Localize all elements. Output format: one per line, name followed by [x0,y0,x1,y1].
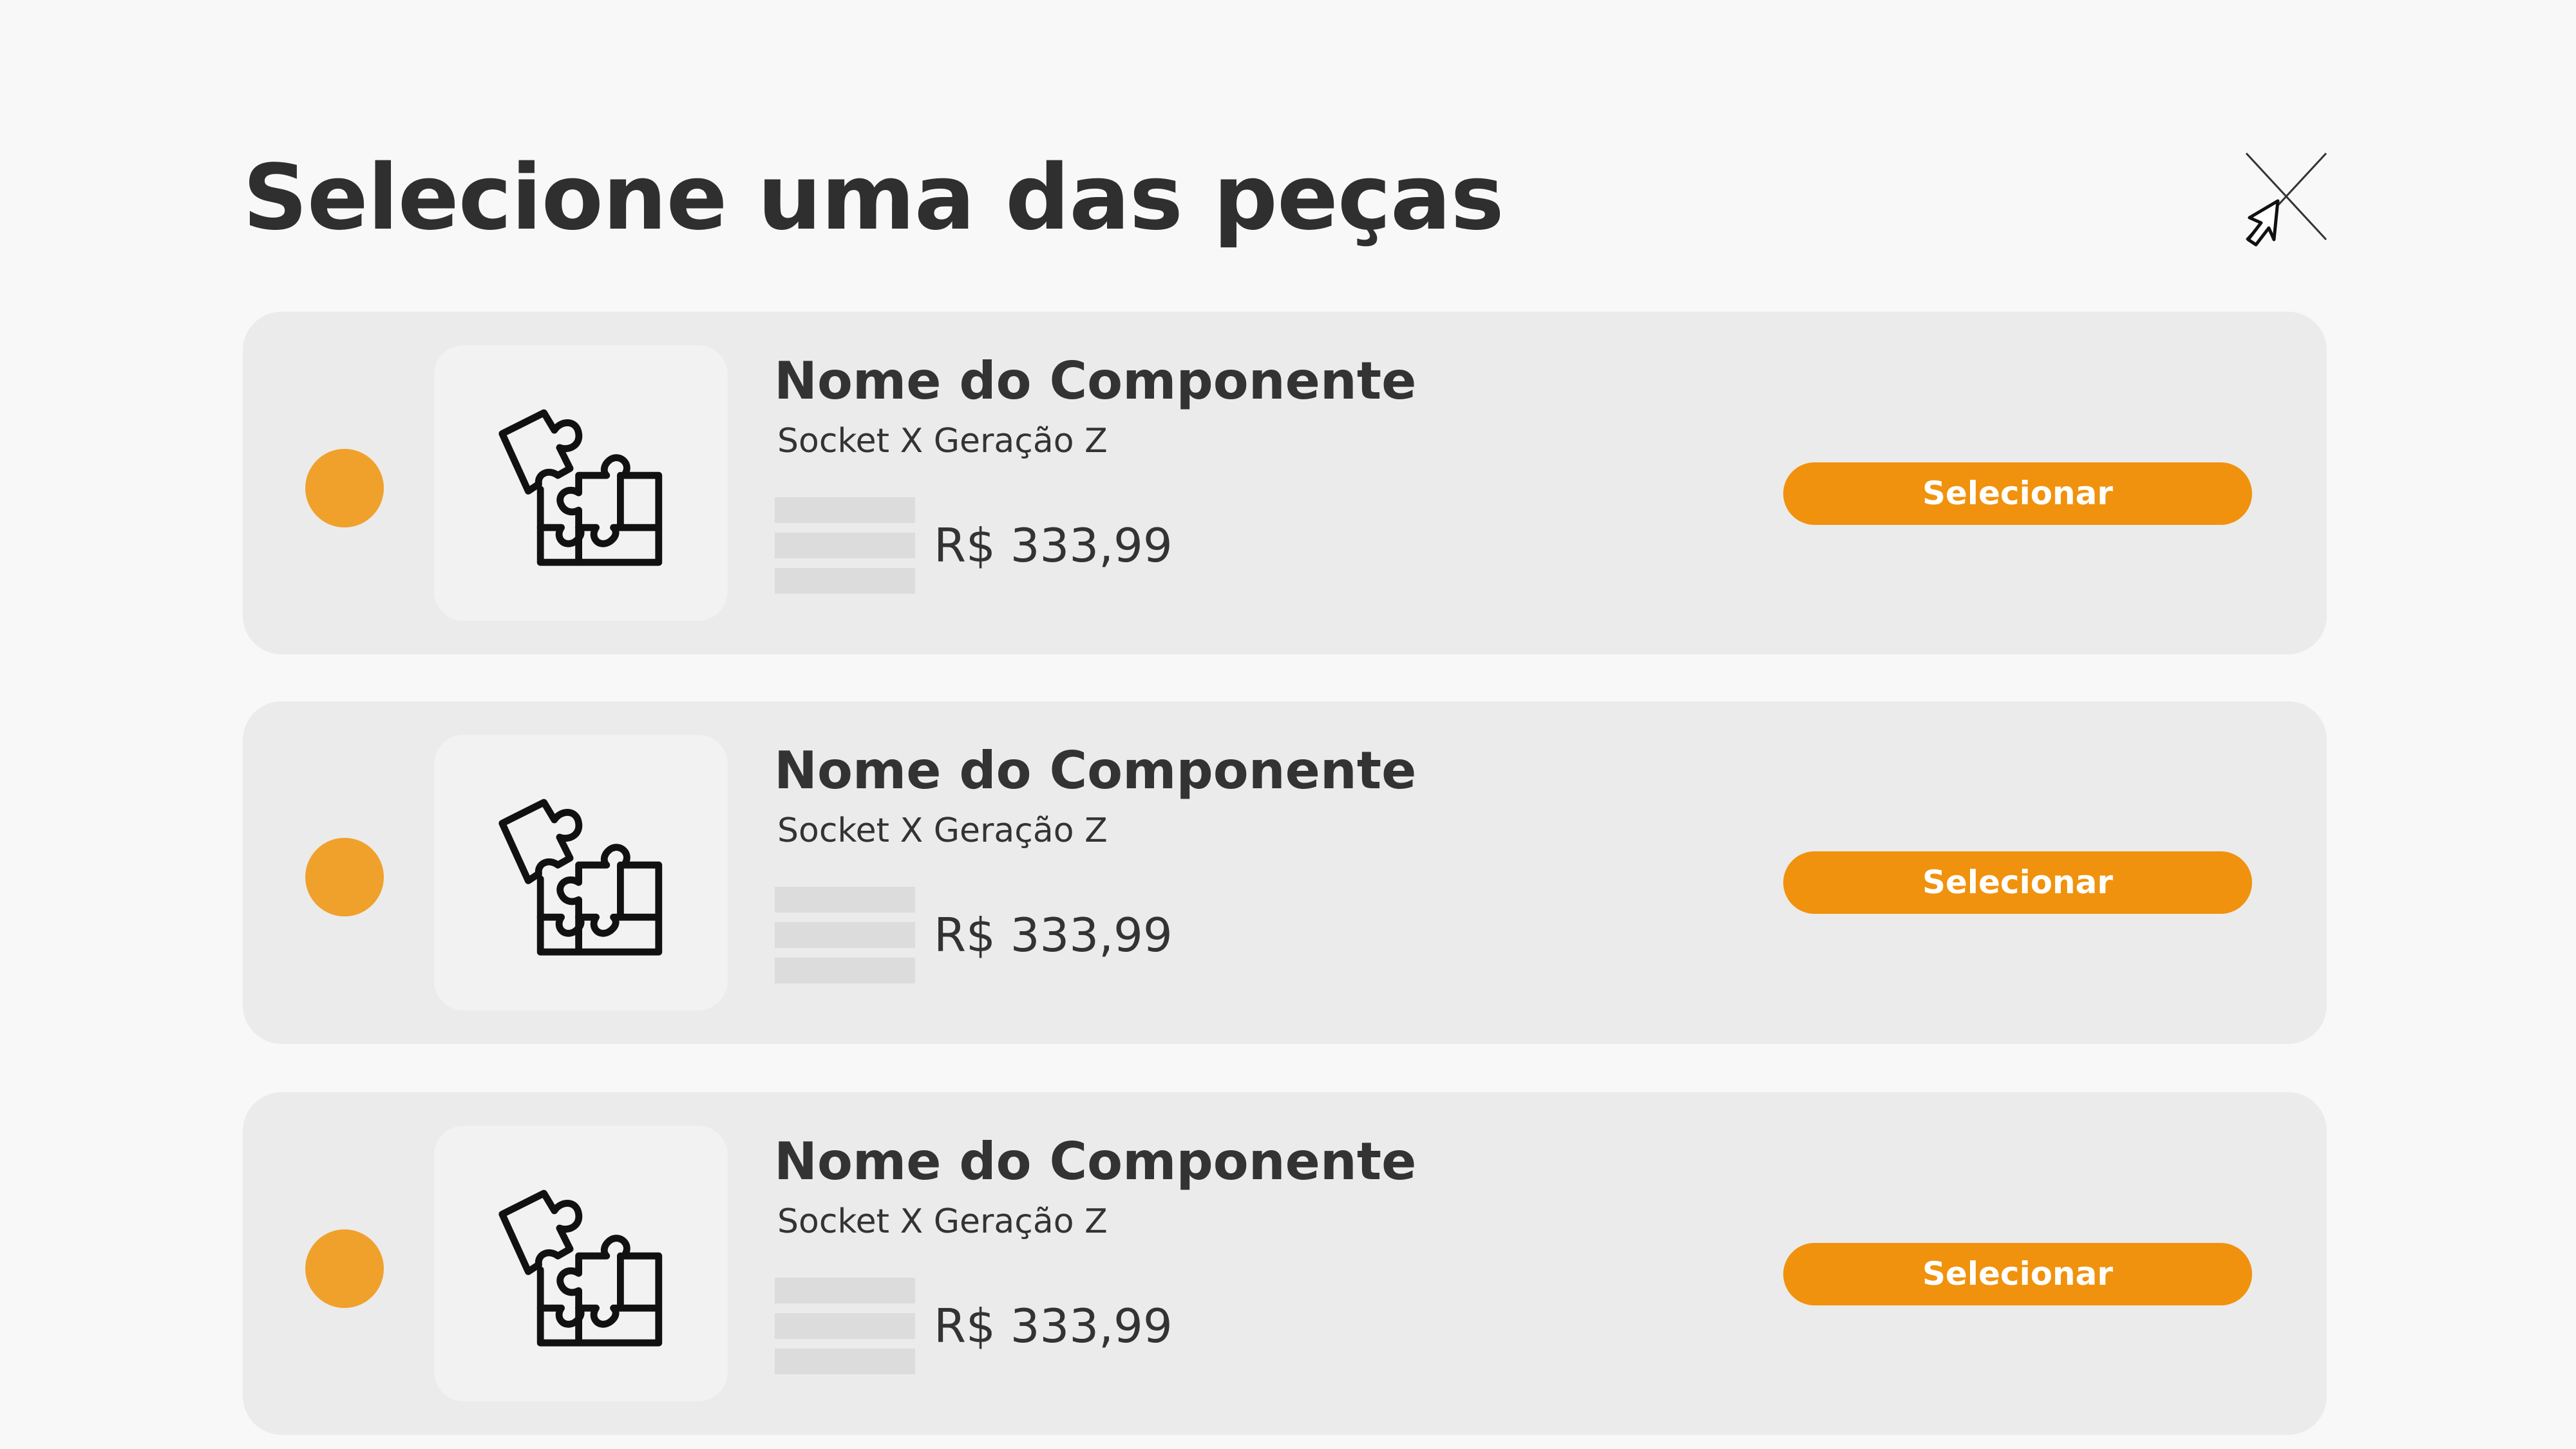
part-selection-modal: Selecione uma das peças Nome do Componen… [0,0,2576,1449]
component-name: Nome do Componente [774,741,1417,800]
component-card[interactable]: Nome do Componente Socket X Geração Z R$… [243,1092,2327,1435]
select-button[interactable]: Selecionar [1783,462,2252,525]
component-subtitle: Socket X Geração Z [777,811,1108,850]
image-placeholder [775,1278,915,1374]
component-name: Nome do Componente [774,1132,1417,1191]
component-price: R$ 333,99 [934,1299,1173,1353]
component-thumbnail [434,1126,728,1401]
select-button[interactable]: Selecionar [1783,851,2252,914]
component-card[interactable]: Nome do Componente Socket X Geração Z R$… [243,312,2327,654]
component-name: Nome do Componente [774,351,1417,411]
selection-radio[interactable] [305,1229,384,1308]
component-card[interactable]: Nome do Componente Socket X Geração Z R$… [243,701,2327,1044]
page-title: Selecione uma das peças [243,146,1504,251]
component-thumbnail [434,345,728,621]
selection-radio[interactable] [305,449,384,527]
component-price: R$ 333,99 [934,518,1173,573]
selection-radio[interactable] [305,838,384,916]
select-button[interactable]: Selecionar [1783,1243,2252,1305]
puzzle-icon [498,799,663,956]
component-subtitle: Socket X Geração Z [777,422,1108,460]
image-placeholder [775,497,915,594]
component-price: R$ 333,99 [934,908,1173,962]
image-placeholder [775,887,915,983]
component-thumbnail [434,735,728,1010]
puzzle-icon [498,409,663,566]
puzzle-icon [498,1189,663,1347]
mouse-pointer-icon [2244,198,2289,250]
component-subtitle: Socket X Geração Z [777,1202,1108,1241]
